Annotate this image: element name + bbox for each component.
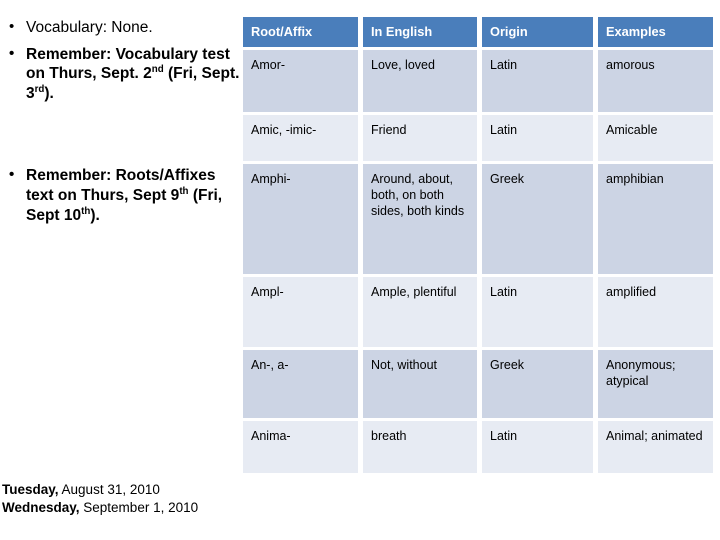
cell-root: Amphi- (243, 164, 358, 275)
date-line-2-datepart: September 1, 2010 (79, 500, 199, 516)
cell-english: breath (363, 421, 477, 474)
bullet-list: Vocabulary: None. Remember: Vocabulary t… (0, 17, 240, 104)
bullet-list-secondary: Remember: Roots/Affixes text on Thurs, S… (0, 165, 240, 225)
ordinal-suffix: th (179, 185, 189, 197)
ordinal-suffix: rd (34, 84, 45, 96)
cell-origin: Greek (482, 350, 593, 419)
cell-examples: Anonymous; atypical (598, 350, 713, 419)
table-body: Amor- Love, loved Latin amorous Amic, -i… (243, 50, 713, 474)
cell-examples: amorous (598, 50, 713, 113)
cell-root: Anima- (243, 421, 358, 474)
bullet-text-segment: ). (90, 206, 100, 224)
date-block: Tuesday, August 31, 2010 Wednesday, Sept… (2, 481, 252, 518)
cell-root: Ampl- (243, 277, 358, 348)
ordinal-suffix: th (81, 205, 91, 217)
bullet-item-vocab-test-reminder: Remember: Vocabulary test on Thurs, Sept… (0, 44, 240, 104)
column-header-root-affix: Root/Affix (243, 17, 358, 48)
column-header-in-english: In English (363, 17, 477, 48)
ordinal-suffix: nd (151, 64, 164, 76)
cell-english: Love, loved (363, 50, 477, 113)
table-row: An-, a- Not, without Greek Anonymous; at… (243, 350, 713, 419)
bullet-item-roots-affixes-reminder: Remember: Roots/Affixes text on Thurs, S… (0, 165, 240, 225)
column-header-examples: Examples (598, 17, 713, 48)
cell-examples: Animal; animated (598, 421, 713, 474)
cell-examples: Amicable (598, 115, 713, 162)
cell-origin: Latin (482, 50, 593, 113)
date-line-2: Wednesday, September 1, 2010 (2, 499, 252, 518)
slide-canvas: Vocabulary: None. Remember: Vocabulary t… (0, 0, 720, 540)
bullet-text-segment: ). (44, 85, 54, 103)
cell-english: Friend (363, 115, 477, 162)
cell-english: Not, without (363, 350, 477, 419)
date-line-1: Tuesday, August 31, 2010 (2, 481, 252, 500)
cell-examples: amphibian (598, 164, 713, 275)
cell-root: An-, a- (243, 350, 358, 419)
bullet-group-spacer (0, 110, 240, 166)
date-line-1-datepart: August 31, 2010 (58, 481, 160, 497)
table-row: Anima- breath Latin Animal; animated (243, 421, 713, 474)
roots-affixes-table: Root/Affix In English Origin Examples Am… (238, 14, 718, 476)
column-header-origin: Origin (482, 17, 593, 48)
table-row: Amor- Love, loved Latin amorous (243, 50, 713, 113)
cell-examples: amplified (598, 277, 713, 348)
cell-root: Amor- (243, 50, 358, 113)
bullet-text-segment: Vocabulary: None. (26, 19, 153, 36)
table-header-row: Root/Affix In English Origin Examples (243, 17, 713, 48)
left-text-pane: Vocabulary: None. Remember: Vocabulary t… (0, 17, 240, 478)
table-row: Amic, -imic- Friend Latin Amicable (243, 115, 713, 162)
bullet-item-vocabulary: Vocabulary: None. (0, 17, 240, 39)
cell-english: Around, about, both, on both sides, both… (363, 164, 477, 275)
cell-origin: Greek (482, 164, 593, 275)
cell-english: Ample, plentiful (363, 277, 477, 348)
date-line-2-dayname: Wednesday, (2, 500, 80, 516)
table-row: Amphi- Around, about, both, on both side… (243, 164, 713, 275)
table-row: Ampl- Ample, plentiful Latin amplified (243, 277, 713, 348)
cell-root: Amic, -imic- (243, 115, 358, 162)
cell-origin: Latin (482, 421, 593, 474)
table-header: Root/Affix In English Origin Examples (243, 17, 713, 48)
cell-origin: Latin (482, 277, 593, 348)
cell-origin: Latin (482, 115, 593, 162)
date-line-1-dayname: Tuesday, (2, 481, 59, 497)
